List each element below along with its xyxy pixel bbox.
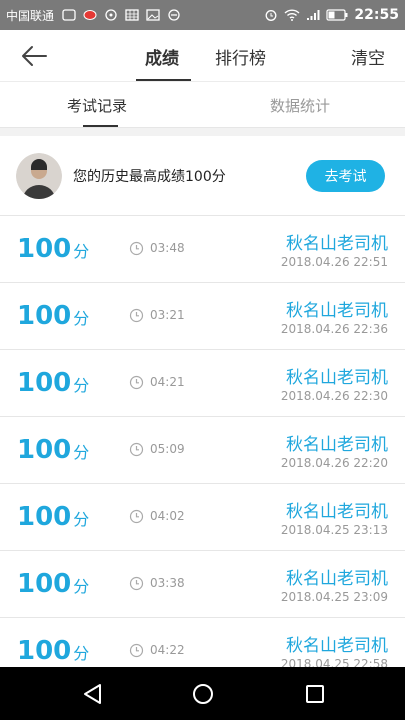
score-value: 100 分 [17,368,89,398]
user-name: 秋名山老司机 [286,368,388,388]
list-item[interactable]: 100 分 05:09 秋名山老司机 2018.04.26 22:20 [0,417,405,484]
sub-tab-bar: 考试记录 数据统计 [0,82,405,128]
section-divider [0,128,405,136]
user-name: 秋名山老司机 [286,636,388,656]
exam-duration: 04:21 [150,375,185,389]
tab-score[interactable]: 成绩 [145,44,179,69]
subtab-active-indicator [83,125,118,127]
score-value: 100 分 [17,569,89,599]
user-name: 秋名山老司机 [286,234,388,254]
exam-duration: 04:02 [150,509,185,523]
subtab-exam-records[interactable]: 考试记录 [67,95,127,116]
exam-datetime: 2018.04.26 22:30 [280,389,388,403]
user-name: 秋名山老司机 [286,301,388,321]
exam-duration: 03:48 [150,241,185,255]
score-number: 100 [17,502,72,532]
image-icon [125,9,139,21]
nav-recent-apps-icon[interactable] [302,681,328,707]
status-icons [62,9,181,21]
exam-duration: 05:09 [150,442,185,456]
clock-icon [129,241,144,256]
take-exam-button[interactable]: 去考试 [306,160,385,192]
score-unit: 分 [73,443,90,462]
subtab-statistics[interactable]: 数据统计 [270,95,330,116]
wifi-icon [284,9,300,21]
list-item[interactable]: 100 分 04:02 秋名山老司机 2018.04.25 23:13 [0,484,405,551]
weather-icon [83,10,97,20]
nav-back-icon[interactable] [80,681,106,707]
exam-duration: 03:38 [150,576,185,590]
exam-datetime: 2018.04.26 22:51 [280,255,388,269]
best-score-text: 您的历史最高成绩100分 [73,169,226,185]
clock-icon [129,576,144,591]
exam-duration: 04:22 [150,643,185,657]
battery-icon [326,9,348,21]
score-unit: 分 [73,309,90,328]
exam-datetime: 2018.04.26 22:36 [280,322,388,336]
avatar [16,153,62,199]
score-number: 100 [17,435,72,465]
clock-icon [129,375,144,390]
score-number: 100 [17,636,72,666]
clock-icon [129,308,144,323]
score-unit: 分 [73,577,90,596]
score-value: 100 分 [17,435,89,465]
clock-time: 22:55 [354,7,399,23]
exam-datetime: 2018.04.25 23:09 [280,590,388,604]
gallery-icon [105,9,117,21]
list-item[interactable]: 100 分 03:21 秋名山老司机 2018.04.26 22:36 [0,283,405,350]
alarm-icon [265,10,277,21]
score-unit: 分 [73,242,90,261]
signal-icon [307,10,320,20]
exam-datetime: 2018.04.26 22:20 [280,456,388,470]
list-item[interactable]: 100 分 03:38 秋名山老司机 2018.04.25 23:09 [0,551,405,618]
photo-icon [146,9,160,21]
app-icon [62,9,76,21]
score-number: 100 [17,234,72,264]
clear-button[interactable]: 清空 [351,44,385,69]
status-right: 22:55 [264,7,399,23]
score-number: 100 [17,301,72,331]
score-value: 100 分 [17,234,89,264]
score-value: 100 分 [17,301,89,331]
best-score-card: 您的历史最高成绩100分 去考试 [0,136,405,216]
clock-icon [129,643,144,658]
score-unit: 分 [73,376,90,395]
clock-icon [129,442,144,457]
clock-icon [129,509,144,524]
score-number: 100 [17,368,72,398]
exam-duration: 03:21 [150,308,185,322]
carrier-label: 中国联通 [6,8,55,23]
list-item[interactable]: 100 分 04:21 秋名山老司机 2018.04.26 22:30 [0,350,405,417]
app-header: 成绩 排行榜 清空 [0,30,405,82]
user-name: 秋名山老司机 [286,502,388,522]
system-nav-bar [0,667,405,720]
exam-records-list: 100 分 03:48 秋名山老司机 2018.04.26 22:51 100 分 … [0,216,405,685]
tab-active-indicator [136,79,191,81]
data-saver-icon [168,9,180,21]
status-bar: 中国联通 22:55 [0,0,405,30]
score-unit: 分 [73,510,90,529]
list-item[interactable]: 100 分 03:48 秋名山老司机 2018.04.26 22:51 [0,216,405,283]
user-name: 秋名山老司机 [286,569,388,589]
score-value: 100 分 [17,502,89,532]
score-value: 100 分 [17,636,89,666]
nav-home-icon[interactable] [190,681,216,707]
user-name: 秋名山老司机 [286,435,388,455]
score-number: 100 [17,569,72,599]
back-arrow-icon[interactable] [18,42,50,70]
tab-ranking[interactable]: 排行榜 [215,44,266,69]
exam-datetime: 2018.04.25 23:13 [280,523,388,537]
score-unit: 分 [73,644,90,663]
